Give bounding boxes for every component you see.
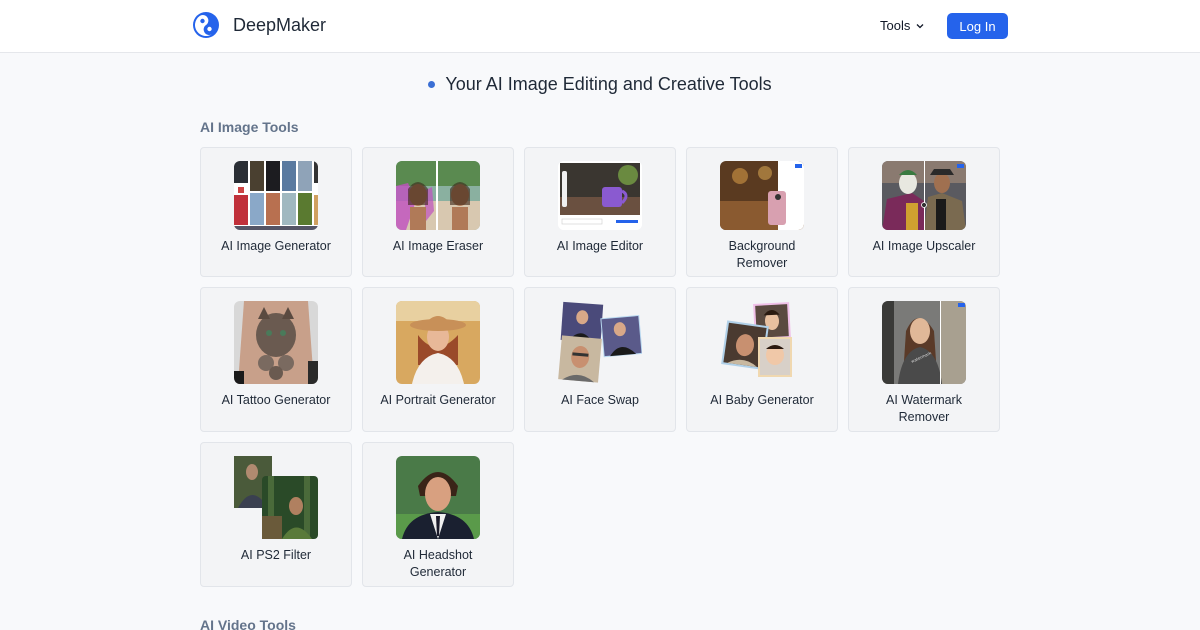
tool-card-ai-ps2-filter[interactable]: AI PS2 Filter (200, 442, 352, 587)
ai-image-generator-thumbnail (234, 161, 318, 230)
tool-card-ai-face-swap[interactable]: AI Face Swap (524, 287, 676, 432)
tool-card-ai-watermark-remover[interactable]: watermark AI Watermark Remover (848, 287, 1000, 432)
tool-label: AI Image Upscaler (872, 239, 976, 253)
ai-face-swap-thumbnail (558, 301, 643, 384)
section-title-image-tools: AI Image Tools (200, 119, 299, 135)
login-button[interactable]: Log In (947, 13, 1008, 39)
tool-card-ai-portrait-generator[interactable]: AI Portrait Generator (362, 287, 514, 432)
tool-label: AI Tattoo Generator (221, 393, 331, 407)
tool-label: AI Portrait Generator (380, 393, 496, 407)
tool-label: AI Watermark Remover (886, 393, 962, 424)
image-tools-grid: AI Image Generator AI Image Eraser AI Im… (200, 147, 1000, 587)
tool-label: AI PS2 Filter (240, 548, 312, 562)
tool-card-background-remover[interactable]: Background Remover (686, 147, 838, 277)
tool-card-ai-tattoo-generator[interactable]: AI Tattoo Generator (200, 287, 352, 432)
tools-label: Tools (880, 18, 911, 33)
ai-image-editor-thumbnail (558, 161, 642, 230)
deepmaker-logo-icon[interactable] (192, 11, 220, 39)
tool-card-ai-headshot-generator[interactable]: AI Headshot Generator (362, 442, 514, 587)
top-navbar: DeepMaker Tools Log In (0, 0, 1200, 53)
tool-label: AI Face Swap (561, 393, 639, 407)
tool-card-ai-image-generator[interactable]: AI Image Generator (200, 147, 352, 277)
tool-label: AI Image Editor (556, 239, 644, 253)
tool-label: AI Baby Generator (710, 393, 814, 407)
ai-image-eraser-thumbnail (396, 161, 480, 230)
ai-tattoo-generator-thumbnail (234, 301, 318, 384)
ai-watermark-remover-thumbnail: watermark (882, 301, 966, 384)
tool-card-ai-image-eraser[interactable]: AI Image Eraser (362, 147, 514, 277)
tool-label: AI Image Eraser (392, 239, 484, 253)
ai-baby-generator-thumbnail (720, 301, 804, 384)
tool-card-ai-baby-generator[interactable]: AI Baby Generator (686, 287, 838, 432)
background-remover-thumbnail (720, 161, 804, 230)
chevron-down-icon (916, 23, 924, 28)
tool-card-ai-image-upscaler[interactable]: AI Image Upscaler (848, 147, 1000, 277)
tool-label: Background Remover (728, 239, 796, 270)
tools-dropdown[interactable]: Tools (880, 18, 925, 33)
brand-name[interactable]: DeepMaker (233, 15, 326, 36)
ai-ps2-filter-thumbnail (234, 456, 318, 539)
tool-label: AI Headshot Generator (403, 548, 473, 579)
tool-label: AI Image Generator (221, 239, 331, 253)
hero-title: Your AI Image Editing and Creative Tools (445, 74, 772, 94)
ai-image-upscaler-thumbnail (882, 161, 966, 230)
tool-card-ai-image-editor[interactable]: AI Image Editor (524, 147, 676, 277)
bullet-dot-icon (428, 81, 436, 88)
ai-headshot-generator-thumbnail (396, 456, 480, 539)
ai-portrait-generator-thumbnail (396, 301, 480, 384)
section-title-video-tools: AI Video Tools (200, 617, 296, 630)
hero-heading: Your AI Image Editing and Creative Tools (0, 74, 1200, 95)
